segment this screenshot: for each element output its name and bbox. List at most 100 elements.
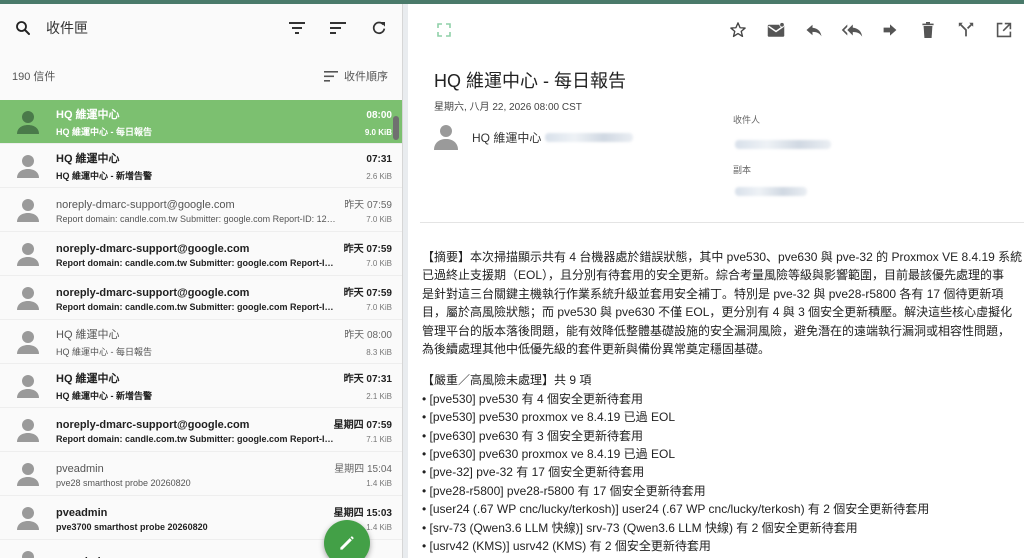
message-view-pane: HQ 維運中心 - 每日報告 星期六, 八月 22, 2026 08:00 CS… <box>408 4 1024 558</box>
fullscreen-icon <box>437 23 451 37</box>
message-sender: pveadmin <box>56 506 108 519</box>
sender-name[interactable]: HQ 維運中心 <box>472 129 541 146</box>
body-paragraph-line: 目，屬於高風險狀態；而 pve530 與 pve630 不僅 EOL，更分別有 … <box>422 305 1013 320</box>
filter-icon <box>289 22 305 34</box>
message-size: 7.0 KiB <box>366 302 392 312</box>
reply-button[interactable] <box>802 18 826 42</box>
reply-all-button[interactable] <box>840 18 864 42</box>
sender-avatar-icon <box>17 462 39 486</box>
sender-avatar-icon <box>17 506 39 530</box>
message-list-item[interactable]: HQ 維運中心 07:31 HQ 維運中心 - 新增告警 2.6 KiB <box>0 144 402 188</box>
message-subject-preview: pve28 smarthost probe 20260820 <box>56 477 191 488</box>
message-toolbar <box>408 4 1024 56</box>
message-list-item[interactable]: noreply-dmarc-support@google.com 昨天 07:59… <box>0 276 402 320</box>
body-paragraph-line: 是針對這三台關鍵主機執行作業系統升級並套用安全補丁。特別是 pve-32 與 p… <box>422 286 1004 301</box>
message-size: 7.0 KiB <box>366 214 392 224</box>
message-list-item[interactable]: noreply-dmarc-support@google.com 星期四 07:5… <box>0 408 402 452</box>
message-subject-preview: HQ 維運中心 - 每日報告 <box>56 126 152 137</box>
message-size: 7.1 KiB <box>366 434 392 444</box>
body-paragraph-line: 為後續處理其他中低優先級的套件更新與備份異常奠定穩固基礎。 <box>422 342 771 357</box>
body-list-item: • [usrv42 (KMS)] usrv42 (KMS) 有 2 個安全更新待… <box>422 539 711 554</box>
delete-icon <box>922 22 934 38</box>
cc-email-redacted[interactable] <box>735 187 807 196</box>
list-subheader: 190 信件 收件順序 <box>0 52 402 100</box>
message-subject-preview: pve3700 smarthost probe 20260820 <box>56 521 208 532</box>
message-sender: noreply-dmarc-support@google.com <box>56 418 250 431</box>
message-list-item[interactable]: HQ 維運中心 08:00 HQ 維運中心 - 每日報告 9.0 KiB <box>0 100 402 144</box>
message-time: 昨天 07:59 <box>344 199 392 211</box>
folder-title: 收件匣 <box>46 20 88 36</box>
message-list-item[interactable]: HQ 維運中心 昨天 08:00 HQ 維運中心 - 每日報告 8.3 KiB <box>0 320 402 364</box>
cc-label: 副本 <box>733 165 752 175</box>
reply-icon <box>806 24 822 37</box>
open-external-icon <box>996 22 1012 38</box>
message-time: 08:00 <box>366 109 392 121</box>
sender-avatar-icon <box>17 330 39 354</box>
message-list-item[interactable]: noreply-dmarc-support@google.com 昨天 07:59… <box>0 188 402 232</box>
message-time: 星期四 15:03 <box>333 507 392 519</box>
star-icon <box>730 22 746 38</box>
list-scrollbar[interactable] <box>393 116 399 140</box>
message-size: 8.3 KiB <box>366 347 392 357</box>
body-list-item: • [pve630] pve630 proxmox ve 8.4.19 已過 E… <box>422 447 676 462</box>
message-time: 昨天 07:59 <box>343 243 392 255</box>
to-label: 收件人 <box>733 115 761 125</box>
refresh-button[interactable] <box>366 15 392 41</box>
message-time: 昨天 08:00 <box>344 329 392 341</box>
filter-button[interactable] <box>284 15 310 41</box>
sort-button[interactable] <box>325 15 351 41</box>
message-size: 9.0 KiB <box>364 127 392 137</box>
message-time: 昨天 07:59 <box>343 287 392 299</box>
message-sender: HQ 維運中心 <box>56 152 120 165</box>
body-paragraph-line: 【摘要】本次掃描顯示共有 4 台機器處於錯誤狀態，其中 pve530、pve63… <box>422 250 1023 264</box>
sender-email-redacted <box>545 132 634 142</box>
mark-unread-button[interactable] <box>764 18 788 42</box>
message-subject-preview: Report domain: candle.com.tw Submitter: … <box>56 257 336 268</box>
body-list-item: • [pve630] pve630 有 3 個安全更新待套用 <box>422 428 643 443</box>
list-header: 收件匣 <box>0 4 402 52</box>
message-list-pane: 收件匣 190 信件 收件順序 HQ 維運中心 08:00 HQ 維運中心 - 每日… <box>0 4 403 558</box>
open-external-button[interactable] <box>992 18 1016 42</box>
merge-icon <box>958 22 974 37</box>
message-size: 1.4 KiB <box>366 478 392 488</box>
fullscreen-button[interactable] <box>432 18 456 42</box>
sort-order-icon <box>324 70 338 82</box>
message-time: 昨天 07:31 <box>343 373 392 385</box>
message-sender: HQ 維運中心 <box>56 372 120 385</box>
search-icon[interactable] <box>14 19 32 37</box>
sender-block: HQ 維運中心 <box>434 124 634 150</box>
message-sender: HQ 維運中心 <box>56 108 120 121</box>
sender-avatar-icon <box>17 198 39 222</box>
message-size: 2.6 KiB <box>366 171 392 181</box>
to-email-redacted[interactable] <box>735 140 831 149</box>
message-subject-preview: Report domain: candle.com.tw Submitter: … <box>56 213 336 224</box>
body-list-item: • [user24 (.67 WP cnc/lucky/terkosh)] us… <box>422 502 930 517</box>
message-sender: noreply-dmarc-support@google.com <box>56 242 250 255</box>
merge-button[interactable] <box>954 18 978 42</box>
message-list-item[interactable]: pveadmin 星期四 15:04 pve28 smarthost probe 2… <box>0 452 402 496</box>
sender-avatar-icon <box>17 154 39 178</box>
message-size: 2.1 KiB <box>366 391 392 401</box>
message-sender: pveadmin <box>56 462 104 475</box>
star-button[interactable] <box>726 18 750 42</box>
message-list: HQ 維運中心 08:00 HQ 維運中心 - 每日報告 9.0 KiB HQ 維運中心… <box>0 100 402 558</box>
message-list-item[interactable]: HQ 維運中心 昨天 07:31 HQ 維運中心 - 新增告警 2.1 KiB <box>0 364 402 408</box>
forward-icon <box>883 24 897 36</box>
sender-avatar-icon <box>434 125 458 150</box>
sender-avatar-icon <box>22 550 34 558</box>
compose-button[interactable] <box>324 520 370 558</box>
delete-button[interactable] <box>916 18 940 42</box>
message-count: 190 信件 <box>12 71 56 83</box>
sort-order-label: 收件順序 <box>344 71 388 83</box>
pencil-icon <box>340 536 354 550</box>
message-time: 07:31 <box>366 153 392 165</box>
reply-all-icon <box>841 24 863 37</box>
body-list-item: • [pve530] pve530 有 4 個安全更新待套用 <box>422 391 643 406</box>
message-list-item[interactable]: noreply-dmarc-support@google.com 昨天 07:59… <box>0 232 402 276</box>
body-list-item: • [pve28-r5800] pve28-r5800 有 17 個安全更新待套… <box>422 483 706 498</box>
forward-button[interactable] <box>878 18 902 42</box>
body-paragraph-line: 已過終止支援期（EOL），且分別有待套用的安全更新。綜合考量風險等級與影響範圍，… <box>422 268 1005 283</box>
sort-icon <box>330 22 346 34</box>
sort-order-toggle[interactable]: 收件順序 <box>324 68 388 84</box>
message-time: 星期四 15:04 <box>334 463 392 475</box>
